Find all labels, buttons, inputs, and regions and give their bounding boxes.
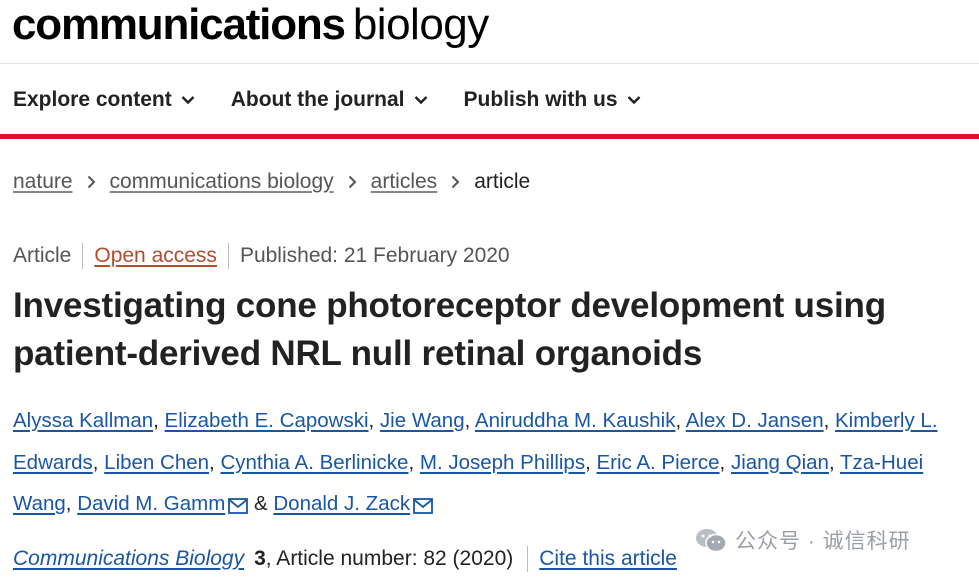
author-link[interactable]: Liben Chen xyxy=(104,451,209,474)
chevron-down-icon xyxy=(181,96,195,105)
breadcrumb-communications-biology[interactable]: communications biology xyxy=(110,170,334,194)
author-link[interactable]: Jie Wang xyxy=(380,409,465,432)
meta-divider xyxy=(227,243,229,269)
breadcrumb: nature communications biology articles a… xyxy=(13,168,530,196)
main-nav: Explore content About the journal Publis… xyxy=(0,80,664,120)
nav-publish-with-us-label: Publish with us xyxy=(463,88,618,111)
chevron-down-icon xyxy=(627,96,640,105)
mail-icon[interactable] xyxy=(228,487,249,529)
author-link[interactable]: Donald J. Zack xyxy=(273,492,410,515)
nav-about-journal[interactable]: About the journal xyxy=(231,88,428,112)
author-list: Alyssa Kallman, Elizabeth E. Capowski, J… xyxy=(13,400,973,529)
nav-explore-content[interactable]: Explore content xyxy=(13,88,195,112)
article-title: Investigating cone photoreceptor develop… xyxy=(13,286,886,373)
author-link[interactable]: Alex D. Jansen xyxy=(686,409,824,432)
breadcrumb-nature[interactable]: nature xyxy=(13,170,73,194)
nav-about-journal-label: About the journal xyxy=(230,88,405,111)
nav-explore-content-label: Explore content xyxy=(13,88,172,111)
author-link[interactable]: M. Joseph Phillips xyxy=(420,451,585,474)
open-access-link[interactable]: Open access xyxy=(94,244,217,268)
chevron-right-icon xyxy=(87,175,96,189)
article-meta: Article Open access Published: 21 Februa… xyxy=(13,242,510,270)
author-conjunction: & xyxy=(253,492,268,515)
chevron-right-icon xyxy=(451,175,460,189)
watermark: 公众号 · 诚信科研 xyxy=(695,524,911,556)
published-date: Published: 21 February 2020 xyxy=(239,244,510,267)
author-link[interactable]: Eric A. Pierce xyxy=(597,451,720,474)
author-link[interactable]: Aniruddha M. Kaushik xyxy=(475,409,676,432)
article-type: Article xyxy=(13,244,72,267)
cite-article-link[interactable]: Cite this article xyxy=(539,547,677,571)
chevron-right-icon xyxy=(348,175,357,189)
citation-divider xyxy=(527,546,529,572)
author-link[interactable]: Alyssa Kallman xyxy=(13,409,153,432)
wechat-icon xyxy=(696,529,727,553)
nav-publish-with-us[interactable]: Publish with us xyxy=(464,88,641,112)
author-link[interactable]: Cynthia A. Berlinicke xyxy=(220,451,408,474)
mail-icon[interactable] xyxy=(413,487,434,529)
citation-line: Communications Biology 3 , Article numbe… xyxy=(13,544,677,574)
header-divider xyxy=(0,63,979,64)
logo-bold-text: communications xyxy=(12,0,346,49)
accent-bar xyxy=(0,134,979,139)
author-link[interactable]: Jiang Qian xyxy=(731,451,829,474)
journal-link[interactable]: Communications Biology xyxy=(13,547,244,571)
breadcrumb-current: article xyxy=(474,170,531,193)
chevron-down-icon xyxy=(414,96,427,105)
breadcrumb-articles[interactable]: articles xyxy=(371,170,438,194)
author-link[interactable]: Elizabeth E. Capowski xyxy=(165,409,369,432)
article-number: , Article number: 82 (2020) xyxy=(265,547,514,570)
logo-light-text: biology xyxy=(352,0,489,49)
meta-divider xyxy=(82,243,84,269)
volume-number: 3 xyxy=(254,547,266,570)
watermark-text: 公众号 · 诚信科研 xyxy=(735,530,911,553)
journal-logo[interactable]: communications biology xyxy=(12,0,489,50)
author-link[interactable]: David M. Gamm xyxy=(77,492,225,515)
